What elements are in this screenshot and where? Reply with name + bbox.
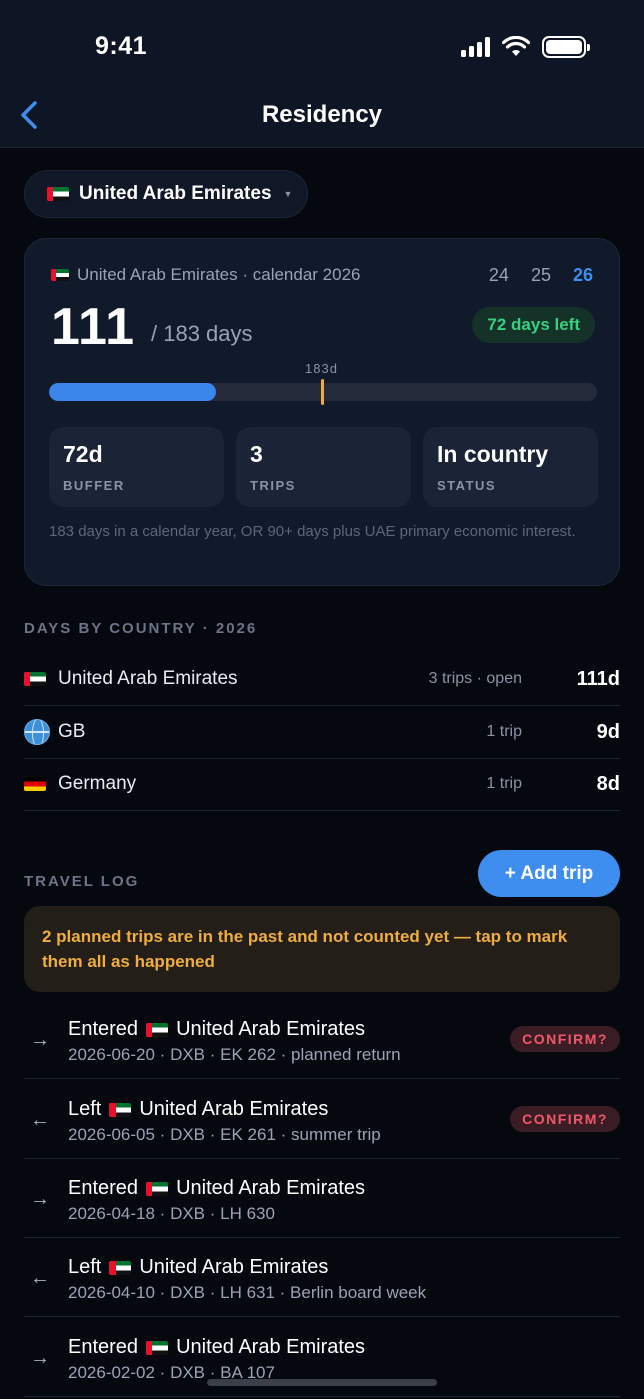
- country-selector[interactable]: United Arab Emirates ▼: [24, 170, 308, 218]
- days-by-country-title: DAYS BY COUNTRY · 2026: [24, 620, 258, 637]
- arrow-right-icon: →: [30, 1347, 50, 1369]
- year-switcher: 24 25 26: [489, 265, 593, 286]
- travel-log-entry[interactable]: → Entered United Arab Emirates 2026-04-1…: [24, 1159, 620, 1238]
- entry-detail: 2026-04-10 · DXB · LH 631 · Berlin board…: [68, 1283, 427, 1302]
- travel-log-title: TRAVEL LOG: [24, 873, 140, 890]
- travel-log-entry[interactable]: ← Left United Arab Emirates 2026-04-10 ·…: [24, 1238, 620, 1317]
- days-left-badge: 72 days left: [472, 307, 595, 343]
- arrow-right-icon: →: [30, 1188, 50, 1210]
- residency-screen: 9:41 Residency United Arab Emirates ▼ Un…: [0, 0, 644, 1399]
- country-selector-label: United Arab Emirates: [79, 183, 272, 204]
- germany-flag-icon: [24, 777, 46, 791]
- entry-detail: 2026-06-20 · DXB · EK 262 · planned retu…: [68, 1045, 401, 1064]
- days-threshold: / 183 days: [151, 321, 253, 346]
- battery-icon: [542, 36, 590, 58]
- confirm-button[interactable]: CONFIRM?: [510, 1106, 620, 1132]
- residency-summary-card: United Arab Emirates · calendar 2026 24 …: [24, 238, 620, 586]
- entry-detail: 2026-06-05 · DXB · EK 261 · summer trip: [68, 1125, 381, 1144]
- status-icons: [461, 36, 590, 58]
- days-count: 111: [51, 298, 136, 356]
- stat-status: In country STATUS: [423, 427, 598, 507]
- uae-flag-icon: [47, 187, 69, 201]
- add-trip-button[interactable]: + Add trip: [478, 850, 620, 897]
- travel-log-entry[interactable]: ← Left United Arab Emirates 2026-06-05 ·…: [24, 1080, 620, 1159]
- year-tab-24[interactable]: 24: [489, 265, 509, 286]
- year-tab-26[interactable]: 26: [573, 265, 593, 286]
- country-row[interactable]: Germany 1 trip 8d: [24, 758, 620, 811]
- stat-buffer: 72d BUFFER: [49, 427, 224, 507]
- globe-icon: [24, 719, 50, 745]
- uae-flag-icon: [146, 1340, 169, 1355]
- page-title: Residency: [261, 101, 383, 128]
- stat-trips: 3 TRIPS: [236, 427, 411, 507]
- threshold-marker: [321, 379, 324, 405]
- uae-flag-icon: [109, 1102, 132, 1117]
- status-time: 9:41: [95, 32, 148, 60]
- progress-fill: [49, 383, 216, 401]
- header: 9:41 Residency: [0, 0, 644, 148]
- uae-flag-icon: [24, 672, 46, 686]
- wifi-icon: [502, 36, 530, 56]
- entry-detail: 2026-04-18 · DXB · LH 630: [68, 1204, 275, 1223]
- uae-flag-icon: [51, 269, 69, 281]
- arrow-right-icon: →: [30, 1029, 50, 1051]
- caret-down-icon: ▼: [283, 189, 293, 199]
- country-row[interactable]: GB 1 trip 9d: [24, 706, 620, 759]
- uae-flag-icon: [146, 1022, 169, 1037]
- confirm-button[interactable]: CONFIRM?: [510, 1026, 620, 1052]
- stats-row: 72d BUFFER 3 TRIPS In country STATUS: [49, 427, 598, 507]
- travel-log-entry[interactable]: → Entered United Arab Emirates 2026-06-2…: [24, 1000, 620, 1079]
- home-indicator: [207, 1379, 437, 1386]
- card-heading: United Arab Emirates · calendar 2026: [51, 265, 361, 285]
- cellular-signal-icon: [461, 37, 490, 57]
- year-tab-25[interactable]: 25: [531, 265, 551, 286]
- arrow-left-icon: ←: [30, 1267, 50, 1289]
- country-row[interactable]: United Arab Emirates 3 trips · open 111d: [24, 653, 620, 706]
- rule-note: 183 days in a calendar year, OR 90+ days…: [49, 523, 576, 540]
- planned-trips-warning[interactable]: 2 planned trips are in the past and not …: [24, 906, 620, 992]
- threshold-label: 183d: [305, 361, 338, 376]
- arrow-left-icon: ←: [30, 1109, 50, 1131]
- uae-flag-icon: [109, 1260, 132, 1275]
- uae-flag-icon: [146, 1181, 169, 1196]
